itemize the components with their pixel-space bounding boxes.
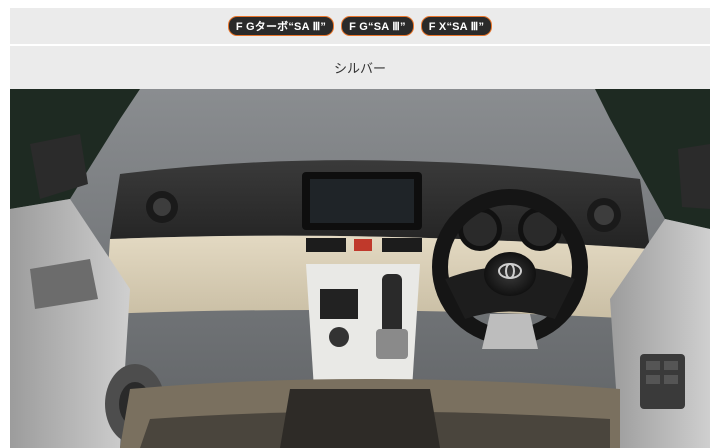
- interior-dashboard-photo: [10, 89, 710, 448]
- color-name: シルバー: [333, 62, 386, 77]
- grade-tag-row: F Gターボ“SA Ⅲ” F G“SA Ⅲ” F X“SA Ⅲ”: [10, 8, 710, 44]
- grade-tag-fg[interactable]: F G“SA Ⅲ”: [341, 16, 414, 36]
- grade-tag-fx[interactable]: F X“SA Ⅲ”: [420, 16, 493, 36]
- color-caption-bar: シルバー: [10, 46, 710, 89]
- grade-tag-fg-turbo[interactable]: F Gターボ“SA Ⅲ”: [227, 16, 335, 36]
- page: F Gターボ“SA Ⅲ” F G“SA Ⅲ” F X“SA Ⅲ” シルバー: [0, 0, 721, 448]
